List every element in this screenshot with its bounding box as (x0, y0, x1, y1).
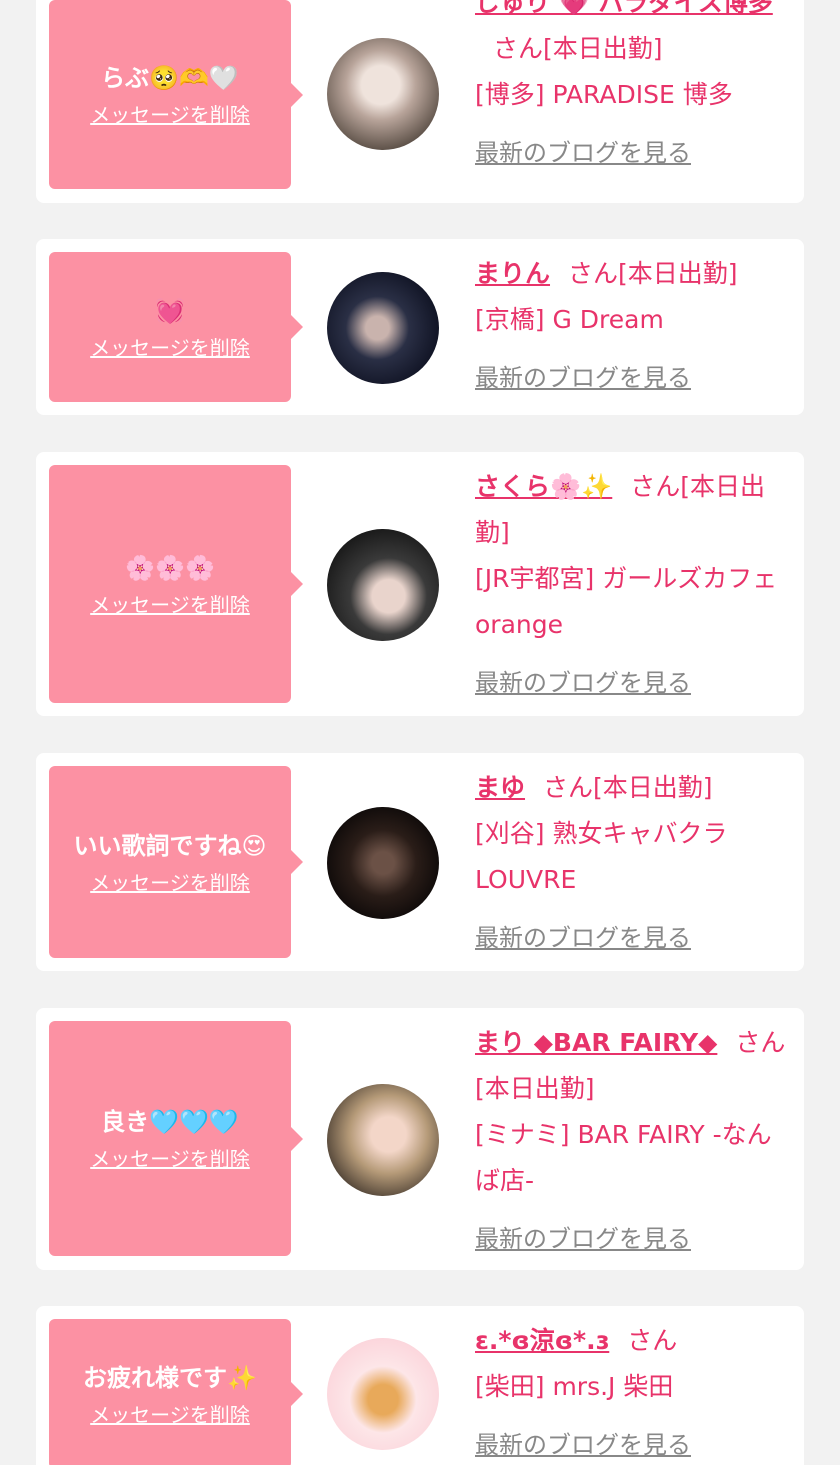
delete-message-link[interactable]: メッセージを削除 (90, 1143, 250, 1172)
honorific: さん (568, 259, 619, 288)
work-status: [本日出勤] (475, 1074, 595, 1103)
message-bubble: らぶ🥺🫶🤍 メッセージを削除 (49, 0, 303, 189)
cast-name-link[interactable]: まゆ (475, 773, 525, 802)
cast-name-link[interactable]: まり ◆BAR FAIRY◆ (475, 1028, 717, 1057)
message-card: いい歌詞ですね😍 メッセージを削除 まゆ さん[本日出勤] [刈谷] 熟女キャバク… (36, 753, 804, 971)
cast-name-link[interactable]: さくら🌸✨ (475, 472, 612, 501)
work-status: [本日出勤] (618, 259, 738, 288)
message-bubble: いい歌詞ですね😍 メッセージを削除 (49, 766, 303, 958)
latest-blog-link[interactable]: 最新のブログを見る (475, 130, 691, 176)
latest-blog-link[interactable]: 最新のブログを見る (475, 660, 691, 706)
delete-message-link[interactable]: メッセージを削除 (90, 867, 250, 896)
avatar[interactable] (327, 1084, 439, 1196)
cast-info: さくら🌸✨ さん[本日出勤] [JR宇都宮] ガールズカフェ orange 最新の… (475, 464, 793, 706)
message-bubble: 🌸🌸🌸 メッセージを削除 (49, 465, 303, 703)
avatar[interactable] (327, 272, 439, 384)
message-card: 💓 メッセージを削除 まりん さん[本日出勤] [京橋] G Dream 最新のブ… (36, 239, 804, 415)
message-text: 良き🩵🩵🩵 (101, 1108, 239, 1136)
shop-name: [JR宇都宮] ガールズカフェ orange (475, 564, 778, 639)
latest-blog-link[interactable]: 最新のブログを見る (475, 1216, 691, 1262)
message-text: 🌸🌸🌸 (125, 553, 215, 582)
delete-message-link[interactable]: メッセージを削除 (90, 589, 250, 618)
delete-message-link[interactable]: メッセージを削除 (90, 1399, 250, 1428)
message-bubble: お疲れ様です✨ メッセージを削除 (49, 1319, 303, 1465)
message-text: いい歌詞ですね😍 (73, 831, 267, 860)
cast-name-link[interactable]: まりん (475, 259, 550, 288)
latest-blog-link[interactable]: 最新のブログを見る (475, 915, 691, 961)
honorific: さん (493, 34, 544, 63)
honorific: さん (543, 773, 594, 802)
avatar[interactable] (327, 807, 439, 919)
shop-name: [京橋] G Dream (475, 305, 664, 334)
message-text: らぶ🥺🫶🤍 (101, 64, 239, 92)
avatar[interactable] (327, 1338, 439, 1450)
work-status: [本日出勤] (543, 34, 663, 63)
shop-name: [柴田] mrs.J 柴田 (475, 1372, 674, 1401)
cast-name-link[interactable]: ɛ.*ɞ涼ɞ*.ɜ (475, 1326, 609, 1355)
message-card: 🌸🌸🌸 メッセージを削除 さくら🌸✨ さん[本日出勤] [JR宇都宮] ガールズカ… (36, 452, 804, 716)
avatar[interactable] (327, 38, 439, 150)
latest-blog-link[interactable]: 最新のブログを見る (475, 355, 691, 401)
latest-blog-link[interactable]: 最新のブログを見る (475, 1422, 691, 1465)
cast-info: じゅり 💗 パラダイス博多さん[本日出勤] [博多] PARADISE 博多 最… (475, 0, 793, 176)
message-card: らぶ🥺🫶🤍 メッセージを削除 じゅり 💗 パラダイス博多さん[本日出勤] [博多… (36, 0, 804, 203)
shop-name: [刈谷] 熟女キャバクラ LOUVRE (475, 819, 728, 894)
delete-message-link[interactable]: メッセージを削除 (90, 99, 250, 128)
delete-message-link[interactable]: メッセージを削除 (90, 332, 250, 361)
honorific: さん (627, 1326, 678, 1355)
message-text: 💓 (155, 296, 185, 325)
shop-name: [ミナミ] BAR FAIRY -なんば店- (475, 1120, 772, 1195)
cast-name-link[interactable]: じゅり 💗 パラダイス博多 (475, 0, 773, 17)
honorific: さん (630, 472, 681, 501)
cast-info: まりん さん[本日出勤] [京橋] G Dream 最新のブログを見る (475, 251, 793, 401)
message-card: お疲れ様です✨ メッセージを削除 ɛ.*ɞ涼ɞ*.ɜ さん [柴田] mrs.J … (36, 1306, 804, 1465)
shop-name: [博多] PARADISE 博多 (475, 80, 733, 109)
cast-info: まり ◆BAR FAIRY◆ さん [本日出勤] [ミナミ] BAR FAIRY -… (475, 1020, 793, 1262)
message-bubble: 💓 メッセージを削除 (49, 252, 303, 402)
message-text: お疲れ様です✨ (83, 1363, 257, 1392)
honorific: さん (735, 1028, 786, 1057)
message-card: 良き🩵🩵🩵 メッセージを削除 まり ◆BAR FAIRY◆ さん [本日出勤] [ミ… (36, 1008, 804, 1270)
message-bubble: 良き🩵🩵🩵 メッセージを削除 (49, 1021, 303, 1256)
cast-info: ɛ.*ɞ涼ɞ*.ɜ さん [柴田] mrs.J 柴田 最新のブログを見る (475, 1318, 793, 1465)
cast-info: まゆ さん[本日出勤] [刈谷] 熟女キャバクラ LOUVRE 最新のブログを見る (475, 765, 793, 961)
avatar[interactable] (327, 529, 439, 641)
work-status: [本日出勤] (593, 773, 713, 802)
